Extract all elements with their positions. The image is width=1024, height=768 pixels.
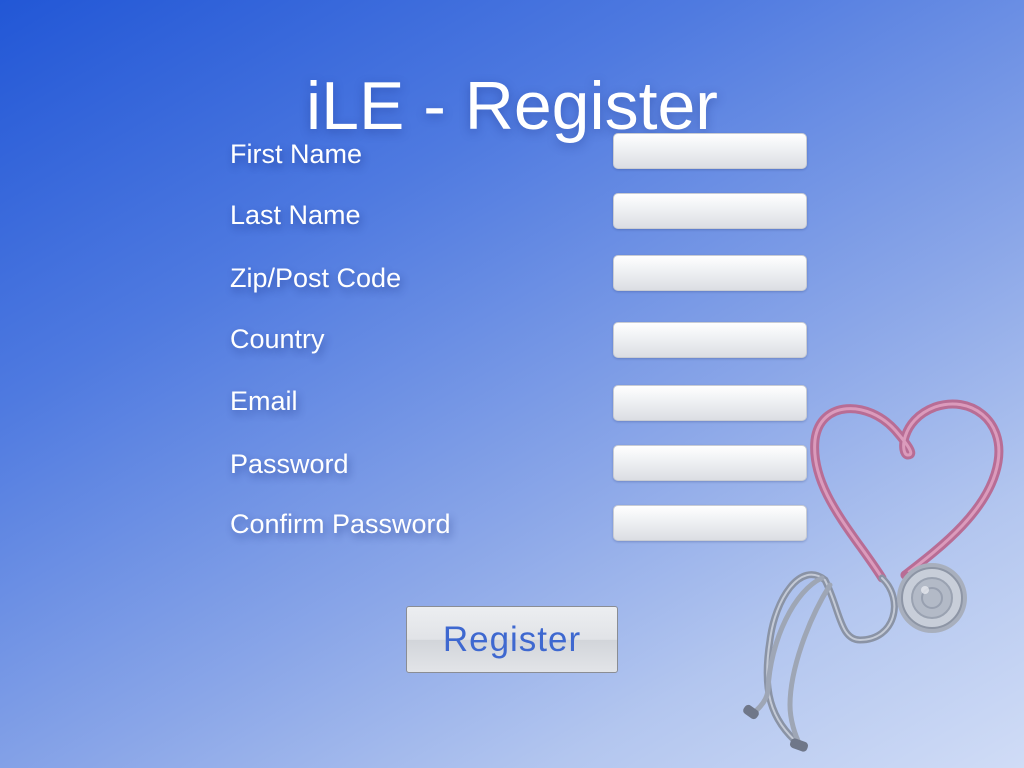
password-label: Password: [230, 449, 349, 479]
zip-post-code-input[interactable]: [613, 255, 807, 291]
heart-stethoscope-icon: [743, 399, 1004, 752]
zip-post-code-label: Zip/Post Code: [230, 263, 402, 293]
email-label: Email: [230, 386, 298, 416]
page-title: iLE - Register: [306, 67, 718, 144]
last-name-label: Last Name: [230, 200, 361, 230]
country-input[interactable]: [613, 322, 807, 358]
first-name-input[interactable]: [613, 133, 807, 169]
register-button[interactable]: Register: [406, 606, 618, 673]
confirm-password-label: Confirm Password: [230, 509, 451, 539]
first-name-label: First Name: [230, 139, 363, 169]
last-name-input[interactable]: [613, 193, 807, 229]
country-label: Country: [230, 324, 325, 354]
